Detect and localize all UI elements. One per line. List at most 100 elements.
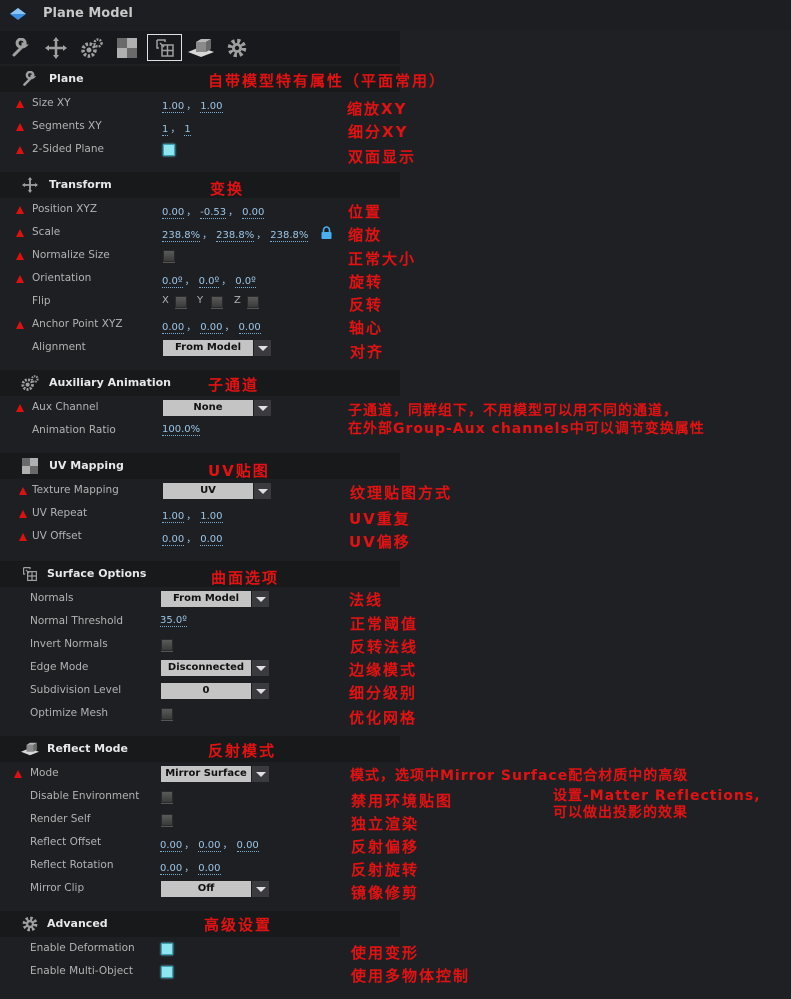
move-icon	[21, 177, 39, 193]
tab-wrench[interactable]	[6, 34, 36, 61]
segments-x-value[interactable]: 1	[162, 124, 169, 136]
uv-offset-u-value[interactable]: 0.00	[162, 534, 185, 546]
scale-x-value[interactable]: 238.8%	[162, 230, 201, 242]
annotation: 反射模式	[208, 742, 277, 760]
position-z-value[interactable]: 0.00	[242, 207, 265, 219]
keyframe-icon[interactable]	[16, 100, 24, 108]
keyframe-icon[interactable]	[16, 321, 24, 329]
flip-z-checkbox[interactable]	[247, 296, 259, 308]
segments-y-value[interactable]: 1	[184, 124, 191, 136]
reflect-offset-x-value[interactable]: 0.00	[160, 840, 183, 852]
enable-deformation-checkbox[interactable]	[161, 943, 173, 955]
section-auxiliary-animation[interactable]: Auxiliary Animation	[0, 370, 400, 396]
chevron-down-icon[interactable]	[252, 881, 269, 897]
size-y-value[interactable]: 1.00	[200, 101, 223, 113]
annotation: 正常大小	[348, 250, 417, 268]
tab-transform[interactable]	[41, 34, 71, 61]
reflect-offset-z-value[interactable]: 0.00	[236, 840, 259, 852]
checker-icon	[117, 37, 137, 58]
tab-reflect[interactable]	[186, 34, 216, 61]
anchor-z-value[interactable]: 0.00	[238, 322, 261, 334]
reflect-offset-y-value[interactable]: 0.00	[198, 840, 221, 852]
position-y-value[interactable]: -0.53	[200, 207, 227, 219]
normals-dropdown[interactable]: From Model	[161, 591, 269, 607]
annotation: 正常阈值	[350, 615, 419, 633]
render-self-checkbox[interactable]	[161, 814, 173, 826]
section-reflect-mode[interactable]: Reflect Mode	[0, 736, 400, 762]
reflect-rotation-x-value[interactable]: 0.00	[160, 863, 183, 875]
row-normal-threshold: Normal Threshold 35.0º	[0, 611, 400, 634]
chevron-down-icon[interactable]	[252, 591, 269, 607]
keyframe-icon[interactable]	[16, 275, 24, 283]
keyframe-icon[interactable]	[16, 146, 24, 154]
uv-repeat-u-value[interactable]: 1.00	[162, 511, 185, 523]
reflect-rotation-y-value[interactable]: 0.00	[198, 863, 221, 875]
annotation: 高级设置	[204, 916, 273, 934]
enable-multi-object-checkbox[interactable]	[161, 966, 173, 978]
orientation-x-value[interactable]: 0.0º	[162, 276, 183, 288]
normal-threshold-value[interactable]: 35.0º	[160, 615, 187, 627]
annotation: 优化网格	[349, 709, 418, 727]
annotation: 反射旋转	[351, 861, 420, 879]
chevron-down-icon[interactable]	[254, 340, 271, 356]
texture-mapping-dropdown[interactable]: UV	[163, 483, 271, 499]
orientation-y-value[interactable]: 0.0º	[198, 276, 220, 288]
annotation: 曲面选项	[211, 569, 280, 587]
chevron-down-icon[interactable]	[252, 683, 269, 699]
chevron-down-icon[interactable]	[254, 400, 271, 416]
section-surface-options[interactable]: Surface Options	[0, 561, 400, 587]
keyframe-icon[interactable]	[19, 510, 27, 518]
keyframe-icon[interactable]	[16, 229, 24, 237]
uv-offset-v-value[interactable]: 0.00	[200, 534, 223, 546]
orientation-z-value[interactable]: 0.0º	[235, 276, 256, 288]
chevron-down-icon[interactable]	[252, 766, 269, 782]
anchor-x-value[interactable]: 0.00	[162, 322, 185, 334]
scale-z-value[interactable]: 238.8%	[270, 230, 309, 242]
mirror-clip-dropdown[interactable]: Off	[161, 881, 269, 897]
value-separator: ，	[186, 534, 197, 545]
flip-x-checkbox[interactable]	[175, 296, 187, 308]
field-label: Normalize Size	[32, 249, 110, 261]
disable-environment-checkbox[interactable]	[161, 791, 173, 803]
uv-repeat-v-value[interactable]: 1.00	[200, 511, 223, 523]
wrench-icon	[12, 37, 29, 56]
normalize-size-checkbox[interactable]	[163, 250, 175, 262]
subdivision-level-dropdown[interactable]: 0	[161, 683, 269, 699]
value-separator: ，	[202, 230, 213, 241]
tab-uv-mapping[interactable]	[112, 34, 142, 61]
flip-y-checkbox[interactable]	[211, 296, 223, 308]
reflect-mode-dropdown[interactable]: Mirror Surface	[161, 766, 269, 782]
keyframe-icon[interactable]	[19, 487, 27, 495]
row-anchor-point: Anchor Point XYZ 0.00， 0.00， 0.00	[0, 314, 400, 337]
alignment-dropdown[interactable]: From Model	[163, 340, 271, 356]
keyframe-icon[interactable]	[19, 533, 27, 541]
animation-ratio-value[interactable]: 100.0%	[162, 424, 201, 436]
window-title: Plane Model	[43, 6, 133, 21]
size-x-value[interactable]: 1.00	[162, 101, 185, 113]
aux-channel-dropdown[interactable]: None	[163, 400, 271, 416]
tab-auxiliary[interactable]	[77, 34, 107, 61]
two-sided-checkbox[interactable]	[163, 144, 175, 156]
keyframe-icon[interactable]	[14, 770, 22, 778]
scale-y-value[interactable]: 238.8%	[216, 230, 255, 242]
row-optimize-mesh: Optimize Mesh	[0, 703, 400, 726]
row-normalize-size: Normalize Size	[0, 245, 400, 268]
keyframe-icon[interactable]	[16, 252, 24, 260]
position-x-value[interactable]: 0.00	[162, 207, 185, 219]
section-advanced[interactable]: Advanced	[0, 911, 400, 937]
optimize-mesh-checkbox[interactable]	[161, 708, 173, 720]
keyframe-icon[interactable]	[16, 206, 24, 214]
invert-normals-checkbox[interactable]	[161, 639, 173, 651]
keyframe-icon[interactable]	[16, 123, 24, 131]
row-2-sided-plane: 2-Sided Plane	[0, 139, 400, 162]
tab-advanced[interactable]	[222, 34, 252, 61]
anchor-y-value[interactable]: 0.00	[200, 322, 223, 334]
keyframe-icon[interactable]	[16, 404, 24, 412]
chevron-down-icon[interactable]	[254, 483, 271, 499]
tab-surface-options[interactable]	[147, 34, 182, 61]
chevron-down-icon[interactable]	[252, 660, 269, 676]
section-transform[interactable]: Transform	[0, 172, 400, 198]
edge-mode-dropdown[interactable]: Disconnected	[161, 660, 269, 676]
lock-icon[interactable]	[321, 226, 332, 239]
section-uv-mapping[interactable]: UV Mapping	[0, 453, 400, 479]
